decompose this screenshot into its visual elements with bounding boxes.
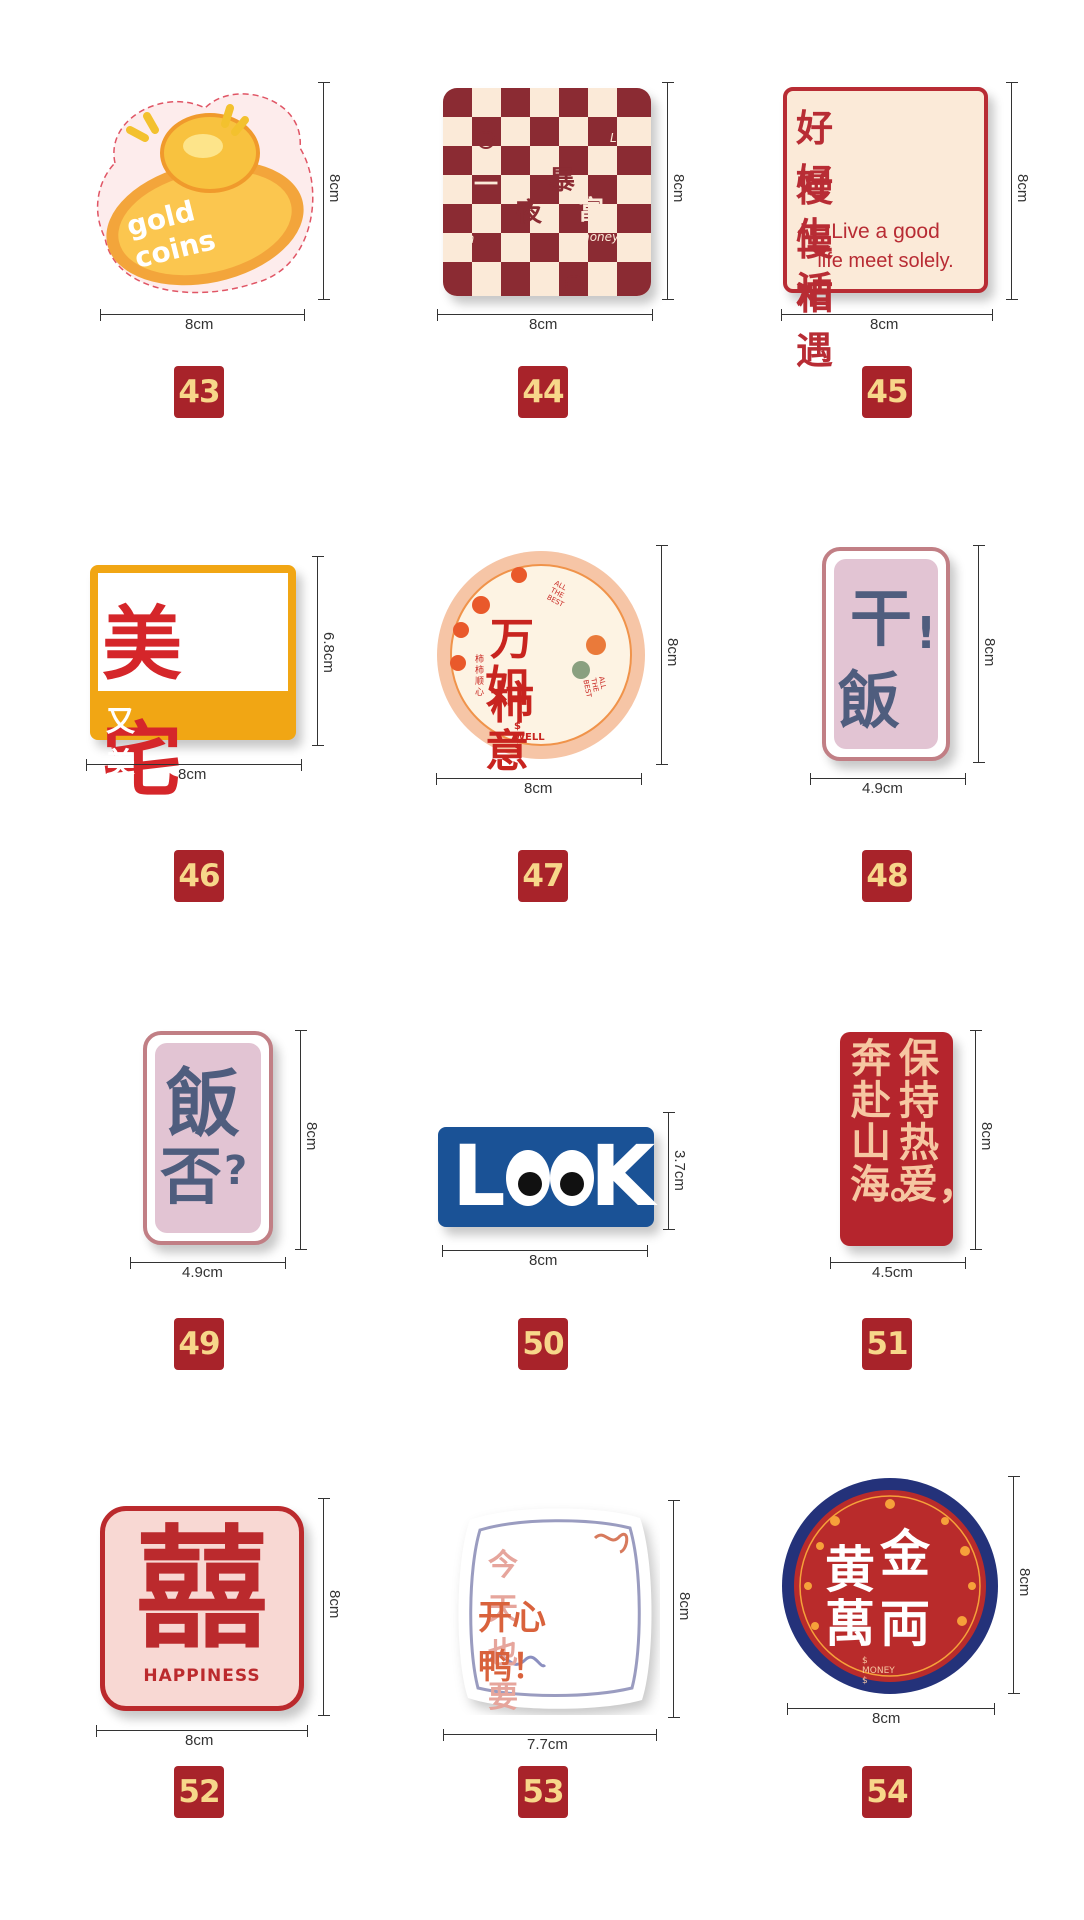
height-label: 6.8cm: [320, 632, 337, 673]
letter-k: K: [590, 1127, 656, 1225]
number-badge: 47: [518, 850, 568, 902]
char-3: 萬: [825, 1595, 875, 1653]
char-3: 夜: [516, 198, 543, 228]
line-2: 否: [160, 1140, 223, 1213]
bottom-text: $ WELL $: [514, 721, 545, 754]
lucky-word: Lucky: [610, 131, 645, 145]
char-4: 富: [578, 196, 605, 226]
width-label: 8cm: [524, 780, 553, 797]
number-badge: 49: [174, 1318, 224, 1370]
number-badge: 50: [518, 1318, 568, 1370]
money-word: money: [578, 230, 620, 244]
height-label: 3.7cm: [671, 1150, 688, 1191]
height-label: 8cm: [1016, 1568, 1033, 1597]
number-badge: 45: [862, 366, 912, 418]
height-label: 8cm: [326, 1590, 343, 1619]
width-label: 8cm: [872, 1710, 901, 1727]
sub-text: HAPPINESS: [143, 1666, 261, 1686]
mark: !: [916, 608, 937, 659]
line-2: 飯: [838, 664, 901, 737]
width-label: 8cm: [529, 316, 558, 333]
width-label: 4.5cm: [872, 1264, 913, 1281]
width-label: 4.9cm: [862, 780, 903, 797]
number-badge: 43: [174, 366, 224, 418]
number-badge: 54: [862, 1766, 912, 1818]
mark: ?: [224, 1148, 248, 1194]
height-label: 8cm: [326, 174, 343, 203]
line-2: 如意: [485, 662, 529, 777]
height-label: 8cm: [981, 638, 998, 667]
number-badge: 44: [518, 366, 568, 418]
height-label: 8cm: [670, 174, 687, 203]
char-2: 金: [880, 1525, 930, 1583]
width-label: 4.9cm: [182, 1264, 223, 1281]
en-line-2: life meet solely.: [817, 250, 954, 272]
char-2: 暴: [549, 166, 576, 196]
height-label: 8cm: [676, 1592, 693, 1621]
eyes-icon: [506, 1150, 594, 1206]
char-1: 一: [474, 170, 498, 198]
sub-text: 又美又宅: [106, 704, 146, 864]
number-badge: 52: [174, 1766, 224, 1818]
char-4: 両: [880, 1595, 930, 1653]
number-badge: 51: [862, 1318, 912, 1370]
letter-l: L: [452, 1127, 505, 1225]
vertical-text: 柿柿顺心: [475, 655, 485, 698]
main-text: 囍: [136, 1513, 268, 1667]
width-label: 8cm: [529, 1252, 558, 1269]
number-badge: 48: [862, 850, 912, 902]
number-badge: 53: [518, 1766, 568, 1818]
width-label: 8cm: [185, 1732, 214, 1749]
height-label: 8cm: [664, 638, 681, 667]
gold-ingot-sticker: [96, 93, 314, 294]
height-label: 8cm: [303, 1122, 320, 1151]
en-line-1: Live a good: [831, 220, 940, 243]
number-badge: 46: [174, 850, 224, 902]
width-label: 8cm: [185, 316, 214, 333]
column-2: 奔赴山海。: [850, 1036, 930, 1208]
bottom-text: $ MONEY $: [862, 1656, 895, 1686]
width-label: 8cm: [870, 316, 899, 333]
line-1: 干: [850, 582, 913, 655]
line-2: 开心鸭！: [478, 1598, 546, 1687]
width-label: 8cm: [178, 766, 207, 783]
width-label: 7.7cm: [527, 1736, 568, 1753]
height-label: 8cm: [978, 1122, 995, 1151]
rich-word: rich: [450, 232, 475, 247]
height-label: 8cm: [1014, 174, 1031, 203]
